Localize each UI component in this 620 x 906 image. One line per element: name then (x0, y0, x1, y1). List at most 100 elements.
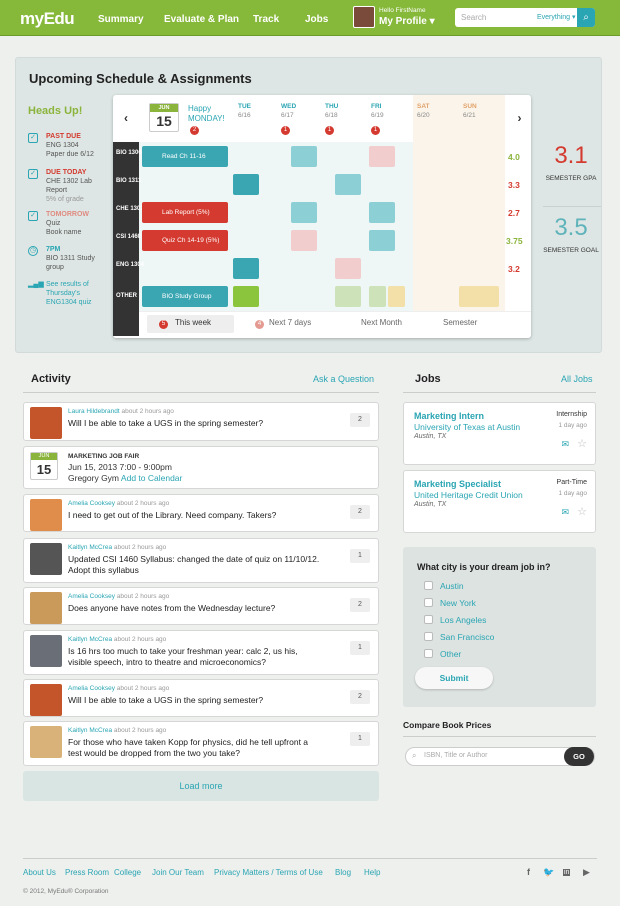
search-scope-dropdown[interactable]: Everything ▾ (537, 13, 576, 21)
group-icon[interactable] (459, 286, 499, 307)
tab-this-week-label[interactable]: This week (175, 318, 211, 327)
comment-count[interactable]: 2 (350, 413, 370, 427)
next-week-arrow[interactable]: › (508, 95, 531, 142)
author-link[interactable]: Kaitlyn McCrea (68, 636, 112, 643)
event-lab-report[interactable]: Lab Report (5%) (142, 202, 228, 223)
list-item[interactable]: Amelia Cooksey about 2 hours ago Does an… (23, 587, 379, 625)
avatar[interactable] (30, 407, 62, 439)
profile-menu[interactable]: My Profile ▾ (379, 16, 435, 27)
load-more-button[interactable]: Load more (23, 771, 379, 801)
comment-count[interactable]: 2 (350, 505, 370, 519)
avatar[interactable] (30, 684, 62, 716)
avatar[interactable] (30, 543, 62, 575)
book-icon[interactable] (291, 146, 317, 167)
linkedin-icon[interactable]: in (563, 869, 571, 876)
job-title-link[interactable]: Marketing Specialist (414, 479, 501, 489)
nav-jobs[interactable]: Jobs (305, 14, 328, 25)
edit-icon[interactable] (369, 146, 395, 167)
prev-week-arrow[interactable]: ‹ (113, 95, 139, 142)
avatar[interactable] (30, 592, 62, 624)
headsup-item-due-today[interactable]: ✓ DUE TODAY CHE 1302 Lab Report 5% of grad… (28, 168, 108, 204)
event-card[interactable]: JUN 15 MARKETING JOB FAIR Jun 15, 2013 7… (23, 446, 379, 489)
list-item[interactable]: Amelia Cooksey about 2 hours ago I need … (23, 494, 379, 532)
event-read-ch[interactable]: Read Ch 11-16 (142, 146, 228, 167)
search-box[interactable]: Search Everything ▾ ⌕ (455, 8, 595, 27)
footer-link-jobs[interactable]: Join Our Team (152, 868, 204, 877)
pencil-icon[interactable] (291, 230, 317, 251)
headsup-item-quiz-results[interactable]: ▂▄▆ See results of Thursday's ENG1304 quiz (28, 280, 108, 307)
avatar[interactable] (30, 726, 62, 758)
headsup-item-7pm[interactable]: ◷ 7PM BIO 1311 Study group (28, 245, 108, 272)
book-icon[interactable] (335, 174, 361, 195)
list-item[interactable]: Kaitlyn McCrea about 2 hours ago Updated… (23, 538, 379, 583)
poll-option-los-angeles[interactable]: Los Angeles (424, 615, 486, 625)
search-icon[interactable]: ⌕ (577, 8, 595, 27)
list-item[interactable]: Kaitlyn McCrea about 2 hours ago Is 16 h… (23, 630, 379, 675)
avatar[interactable] (30, 499, 62, 531)
all-jobs-link[interactable]: All Jobs (561, 374, 593, 384)
poll-option-other[interactable]: Other (424, 649, 461, 659)
tab-next-month[interactable]: Next Month (361, 318, 402, 327)
book-icon[interactable] (369, 202, 395, 223)
tab-next-7-days[interactable]: Next 7 days (269, 318, 311, 327)
footer-link-about[interactable]: About Us (23, 868, 56, 877)
twitter-icon[interactable]: 🐦 (543, 867, 554, 878)
avatar[interactable] (30, 635, 62, 667)
footer-link-privacy[interactable]: Privacy Matters / Terms of Use (214, 868, 323, 877)
job-company-link[interactable]: University of Texas at Austin (414, 422, 520, 432)
headsup-item-tomorrow[interactable]: ✓ TOMORROW Quiz Book name (28, 210, 108, 237)
youtube-icon[interactable]: ▶ (583, 867, 590, 878)
poll-option-new-york[interactable]: New York (424, 598, 476, 608)
go-button[interactable]: GO (564, 747, 594, 766)
comment-count[interactable]: 1 (350, 732, 370, 746)
tab-semester[interactable]: Semester (443, 318, 477, 327)
checkbox[interactable] (424, 581, 433, 590)
job-card[interactable]: Marketing Specialist United Heritage Cre… (403, 470, 596, 533)
footer-link-help[interactable]: Help (364, 868, 380, 877)
comment-count[interactable]: 1 (350, 641, 370, 655)
person-icon[interactable] (369, 286, 386, 307)
author-link[interactable]: Amelia Cooksey (68, 593, 115, 600)
star-icon[interactable]: ☆ (577, 437, 587, 450)
book-icon[interactable] (291, 202, 317, 223)
nav-summary[interactable]: Summary (98, 14, 144, 25)
author-link[interactable]: Amelia Cooksey (68, 500, 115, 507)
checkbox[interactable] (424, 649, 433, 658)
job-title-link[interactable]: Marketing Intern (414, 411, 484, 421)
add-to-calendar-link[interactable]: Add to Calendar (121, 473, 182, 483)
footer-link-blog[interactable]: Blog (335, 868, 351, 877)
star-icon[interactable]: ☆ (577, 505, 587, 518)
event-quiz[interactable]: Quiz Ch 14-19 (5%) (142, 230, 228, 251)
author-link[interactable]: Kaitlyn McCrea (68, 544, 112, 551)
submit-button[interactable]: Submit (415, 667, 493, 689)
book-icon[interactable] (233, 174, 259, 195)
checkbox[interactable] (424, 615, 433, 624)
author-link[interactable]: Amelia Cooksey (68, 685, 115, 692)
comment-count[interactable]: 2 (350, 690, 370, 704)
list-item[interactable]: Kaitlyn McCrea about 2 hours ago For tho… (23, 721, 379, 766)
author-link[interactable]: Laura Hildebrandt (68, 408, 120, 415)
job-company-link[interactable]: United Heritage Credit Union (414, 490, 523, 500)
search-input[interactable]: Search (461, 13, 486, 22)
mail-icon[interactable]: ✉ (561, 507, 569, 518)
book-icon[interactable] (335, 258, 361, 279)
book-icon[interactable] (369, 230, 395, 251)
comment-count[interactable]: 1 (350, 549, 370, 563)
job-card[interactable]: Marketing Intern University of Texas at … (403, 402, 596, 465)
logo[interactable]: myEdu (20, 9, 75, 29)
checkbox[interactable] (424, 598, 433, 607)
event-study-group[interactable]: BIO Study Group (142, 286, 228, 307)
list-item[interactable]: Laura Hildebrandt about 2 hours ago Will… (23, 402, 379, 441)
poll-option-san-francisco[interactable]: San Francisco (424, 632, 494, 642)
mail-icon[interactable]: ✉ (561, 439, 569, 450)
author-link[interactable]: Kaitlyn McCrea (68, 727, 112, 734)
person-icon[interactable] (335, 286, 361, 307)
nav-evaluate-plan[interactable]: Evaluate & Plan (164, 14, 239, 25)
footer-link-press[interactable]: Press Room (65, 868, 109, 877)
book-icon[interactable] (233, 258, 259, 279)
book-search-input[interactable]: ISBN, Title or Author (424, 752, 487, 759)
group-icon[interactable] (388, 286, 405, 307)
footer-link-college[interactable]: College (114, 868, 141, 877)
headsup-item-past-due[interactable]: ✓ PAST DUE ENG 1304 Paper due 6/12 (28, 132, 108, 159)
ask-question-link[interactable]: Ask a Question (313, 374, 374, 384)
